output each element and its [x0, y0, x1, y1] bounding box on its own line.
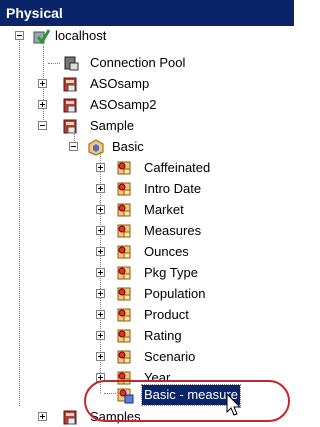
dimension-icon [115, 348, 133, 366]
tree-node-dimension[interactable]: Measures [0, 221, 294, 241]
tree-node-dimension[interactable]: Intro Date [0, 179, 294, 199]
database-icon [62, 408, 80, 426]
tree-node-basic[interactable]: Basic [0, 137, 294, 157]
tree-node-label: Product [144, 307, 189, 322]
tree-node-label: Market [144, 202, 184, 217]
tree-node-label: Rating [144, 328, 182, 343]
tree-node-label: Caffeinated [144, 160, 211, 175]
expand-toggle[interactable] [96, 352, 105, 361]
tree-node-connection-pool[interactable]: Connection Pool [0, 53, 294, 73]
dimension-icon [115, 201, 133, 219]
dimension-icon [115, 243, 133, 261]
dimension-icon [115, 159, 133, 177]
server-check-icon [33, 29, 50, 45]
dimension-icon [115, 327, 133, 345]
expand-toggle[interactable] [38, 100, 47, 109]
cube-icon [88, 139, 104, 156]
tree-node-dimension[interactable]: Rating [0, 326, 294, 346]
expand-toggle[interactable] [96, 205, 105, 214]
expand-toggle[interactable] [96, 184, 105, 193]
tree-node-dimension[interactable]: Market [0, 200, 294, 220]
panel-title: Physical [0, 0, 294, 26]
tree-node-label: localhost [55, 28, 107, 43]
tree-node-dimension[interactable]: Population [0, 284, 294, 304]
tree-node-label: Scenario [144, 349, 196, 364]
tree-node-dimension[interactable]: Product [0, 305, 294, 325]
tree-node-label: Ounces [144, 244, 189, 259]
collapse-toggle[interactable] [15, 31, 24, 40]
mouse-cursor-icon [226, 393, 242, 416]
expand-toggle[interactable] [96, 247, 105, 256]
collapse-toggle[interactable] [38, 121, 47, 130]
dimension-icon [115, 285, 133, 303]
tree-node-label: Measures [144, 223, 202, 238]
expand-toggle[interactable] [96, 163, 105, 172]
dimension-icon [115, 306, 133, 324]
database-icon [62, 96, 80, 114]
dimension-icon [115, 264, 133, 282]
tree-node-label: Sample [90, 118, 135, 133]
tree-node-sample[interactable]: Sample [0, 116, 294, 136]
tree-node-label: ASOsamp2 [90, 97, 157, 112]
tree-node-asosamp2[interactable]: ASOsamp2 [0, 95, 294, 115]
tree-node-asosamp[interactable]: ASOsamp [0, 74, 294, 94]
expand-toggle[interactable] [38, 412, 47, 421]
dimension-icon [115, 180, 133, 198]
highlight-ellipse [84, 380, 290, 422]
expand-toggle[interactable] [96, 289, 105, 298]
dimension-icon [115, 222, 133, 240]
connection-pool-icon [64, 56, 79, 71]
tree-node-label: Basic [112, 139, 144, 154]
database-icon [62, 75, 80, 93]
tree-node-dimension[interactable]: Pkg Type [0, 263, 294, 283]
expand-toggle[interactable] [96, 310, 105, 319]
expand-toggle[interactable] [96, 226, 105, 235]
expand-toggle[interactable] [96, 331, 105, 340]
tree-node-dimension[interactable]: Caffeinated [0, 158, 294, 178]
tree-node-label: Intro Date [144, 181, 202, 196]
tree-node-label: Connection Pool [90, 55, 186, 70]
database-icon [62, 117, 80, 135]
tree-node-label: Pkg Type [144, 265, 198, 280]
tree-node-label: Population [144, 286, 206, 301]
physical-tree[interactable]: localhost Connection Pool ASOsamp ASOsam… [0, 26, 294, 427]
tree-node-localhost[interactable]: localhost [0, 26, 294, 46]
expand-toggle[interactable] [96, 268, 105, 277]
expand-toggle[interactable] [38, 79, 47, 88]
tree-node-dimension[interactable]: Scenario [0, 347, 294, 367]
tree-node-label: ASOsamp [90, 76, 150, 91]
tree-node-dimension[interactable]: Ounces [0, 242, 294, 262]
collapse-toggle[interactable] [69, 142, 78, 151]
